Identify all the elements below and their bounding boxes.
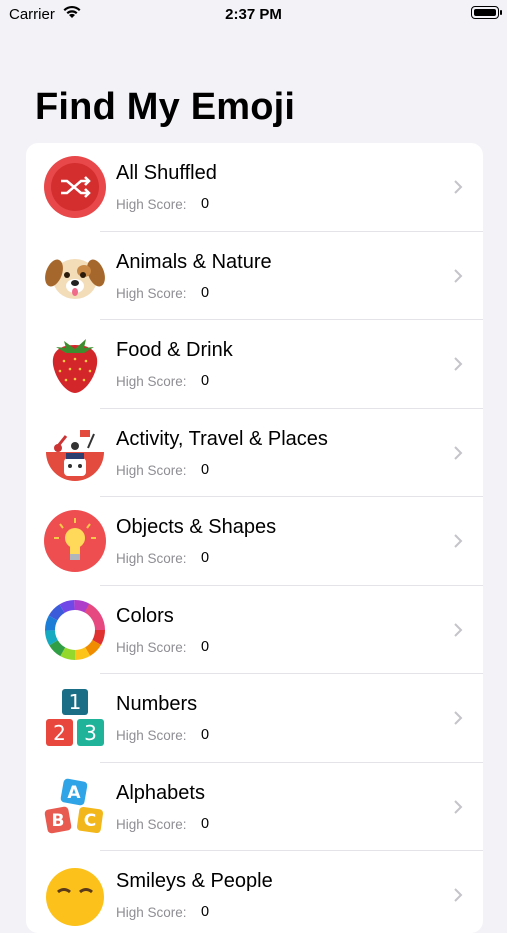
row-title: Alphabets	[116, 781, 205, 804]
row-title: Animals & Nature	[116, 250, 272, 273]
color-wheel-icon	[45, 599, 105, 660]
strawberry-icon	[52, 339, 98, 393]
high-score-value: 0	[201, 196, 210, 212]
chevron-right-icon	[454, 445, 463, 460]
svg-text:3: 3	[84, 721, 97, 745]
high-score-value: 0	[201, 904, 210, 920]
high-score-value: 0	[201, 727, 210, 743]
high-score-value: 0	[201, 373, 210, 389]
high-score-label: High Score:	[116, 728, 187, 743]
clock: 2:37 PM	[225, 6, 282, 23]
row-title: All Shuffled	[116, 162, 217, 184]
alphabet-blocks-icon: AB C	[44, 778, 104, 833]
category-row-all-shuffled[interactable]: All Shuffled High Score: 0	[26, 143, 483, 232]
row-title: Objects & Shapes	[116, 516, 277, 538]
category-row-smileys-people[interactable]: Smileys & People High Score: 0	[26, 851, 483, 933]
high-score-value: 0	[201, 461, 210, 478]
category-row-colors[interactable]: Colors High Score: 0	[26, 586, 483, 674]
category-row-activity-travel-places[interactable]: Activity, Travel & Places High Score: 0	[26, 409, 483, 497]
high-score-value: 0	[201, 284, 210, 301]
chevron-right-icon	[454, 711, 463, 725]
high-score-label: High Score:	[116, 285, 187, 301]
shuffle-icon	[44, 156, 106, 218]
category-row-animals-nature[interactable]: Animals & Nature High Score: 0	[26, 232, 483, 320]
lightbulb-icon	[44, 510, 106, 572]
chevron-right-icon	[454, 268, 463, 283]
smiley-icon	[46, 868, 104, 926]
high-score-label: High Score:	[116, 374, 187, 389]
high-score-label: High Score:	[116, 816, 187, 832]
category-list: All Shuffled High Score: 0 Animals & Nat…	[26, 143, 483, 933]
number-blocks-icon: 12 3	[46, 689, 104, 746]
svg-text:1: 1	[69, 690, 82, 714]
category-row-numbers[interactable]: 123 Numbers High Score: 0	[26, 674, 483, 763]
category-row-objects-shapes[interactable]: Objects & Shapes High Score: 0	[26, 497, 483, 586]
activity-icon	[46, 429, 104, 481]
high-score-value: 0	[201, 638, 210, 655]
chevron-right-icon	[454, 622, 463, 637]
row-title: Smileys & People	[116, 870, 273, 892]
high-score-label: High Score:	[116, 462, 187, 478]
svg-text:A: A	[67, 783, 81, 803]
high-score-value: 0	[201, 550, 210, 566]
high-score-value: 0	[201, 815, 210, 832]
category-row-food-drink[interactable]: Food & Drink High Score: 0	[26, 320, 483, 409]
status-bar: Carrier 2:37 PM	[0, 0, 507, 30]
svg-text:2: 2	[53, 721, 66, 745]
high-score-label: High Score:	[116, 197, 187, 212]
svg-text:B: B	[52, 811, 65, 831]
high-score-label: High Score:	[116, 639, 187, 655]
high-score-label: High Score:	[116, 551, 187, 566]
chevron-right-icon	[454, 534, 463, 548]
chevron-right-icon	[454, 799, 463, 814]
chevron-right-icon	[454, 180, 463, 194]
page-title: Find My Emoji	[35, 86, 296, 128]
row-title: Activity, Travel & Places	[116, 427, 328, 450]
svg-text:C: C	[84, 811, 96, 831]
chevron-right-icon	[454, 357, 463, 371]
category-row-alphabets[interactable]: ABC Alphabets High Score: 0	[26, 763, 483, 851]
dog-icon	[45, 258, 105, 299]
row-title: Numbers	[116, 693, 198, 715]
row-title: Food & Drink	[116, 339, 233, 361]
high-score-label: High Score:	[116, 905, 187, 920]
row-title: Colors	[116, 604, 174, 627]
battery-icon	[471, 6, 502, 19]
